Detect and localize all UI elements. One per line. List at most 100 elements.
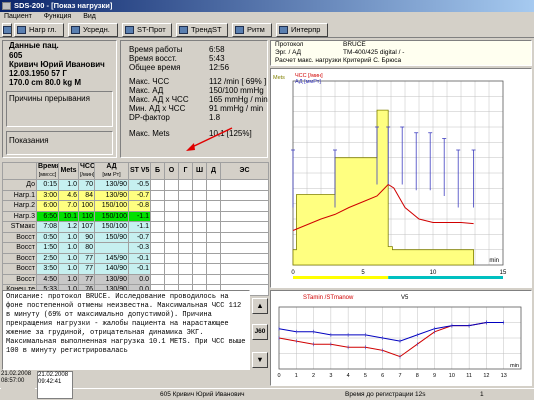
- cell-flag: [220, 263, 269, 275]
- cell-flag: [164, 252, 179, 264]
- side-buttons: ▲ J60 ▼: [252, 298, 268, 370]
- st-x-tick-label: 13: [501, 373, 507, 379]
- cell-flag: [164, 189, 179, 201]
- stat-label: Мин. АД x ЧСС: [129, 104, 186, 113]
- st-x-tick-label: 0: [277, 373, 280, 379]
- table-row[interactable]: Нагр.3 6:50 10.1 110 150/100 -1.1: [2, 210, 269, 222]
- cell-mets: 80: [78, 242, 95, 254]
- menu-patient[interactable]: Пациент: [4, 13, 32, 20]
- st-x-tick-label: 9: [433, 373, 436, 379]
- session-tab-1[interactable]: 21.02.2008 08:57:00: [1, 371, 35, 399]
- x-tick-label: 10: [430, 270, 437, 276]
- protocol-box: Протокол BRUCE Эрг. / АД TM-400/425 digital…: [270, 40, 532, 66]
- cell-flag: [206, 242, 221, 254]
- toolbar-rhythm-button[interactable]: Ритм: [232, 23, 272, 37]
- table-header-cell: [2, 162, 37, 180]
- cell-load: 1.0: [58, 273, 79, 285]
- table-header-cell: Б: [150, 162, 165, 180]
- report-textarea[interactable]: Описание: протокол BRUCE. Исследование п…: [2, 290, 250, 370]
- patient-dob-age: 12.03.1950 57 Г: [9, 69, 67, 78]
- cell-flag: [220, 252, 269, 264]
- st-x-tick-label: 2: [312, 373, 315, 379]
- st-chart-panel: 0 1 2 3 4 5 6 7 8 9 10 11 12 13 min STamin /STmanow V5: [270, 290, 532, 386]
- st-x-tick-label: 10: [449, 373, 455, 379]
- cell-time: 3:00: [36, 189, 59, 201]
- table-row[interactable]: STмакс 7:08 1.2 107 150/100 -1.1: [2, 221, 269, 233]
- header-text: Время Нагрузк: [38, 163, 59, 171]
- table-header-cell: Mets: [58, 162, 79, 180]
- st-lead-label: V5: [401, 295, 409, 301]
- cell-flag: [178, 221, 193, 233]
- cell-flag: [164, 179, 179, 191]
- cell-flag: [206, 221, 221, 233]
- toolbar-average-button[interactable]: Усредн.: [68, 23, 118, 37]
- cell-flag: [192, 189, 207, 201]
- table-row[interactable]: Нагр.1 3:00 4.6 84 130/90 -0.7: [2, 189, 269, 201]
- table-row[interactable]: Нагр.2 6:00 7.0 100 150/100 -0.8: [2, 200, 269, 212]
- cell-hr: [94, 242, 129, 254]
- stat-value: 1.8: [209, 113, 221, 122]
- cell-time: 6:00: [36, 200, 59, 212]
- time-label: Общее время: [129, 63, 181, 72]
- header-unit: [/мин]: [80, 172, 95, 178]
- cell-flag: [192, 263, 207, 275]
- stat-label: Макс. АД: [129, 86, 164, 95]
- cell-load: 1.0: [58, 179, 79, 191]
- toolbar-load-main-button[interactable]: Нагр гл.: [14, 23, 64, 37]
- toolbar-st-protocol-button[interactable]: ST-Прот: [122, 23, 172, 37]
- table-row[interactable]: Восст 1:50 1.0 80 -0.3: [2, 242, 269, 254]
- cell-st: -0.8: [128, 200, 151, 212]
- cell-st: -1.1: [128, 210, 151, 222]
- cell-mets: 100: [78, 200, 95, 212]
- st-x-tick-label: 4: [347, 373, 350, 379]
- menu-view[interactable]: Вид: [83, 13, 96, 20]
- trend-icon: [179, 26, 188, 34]
- stat-value: 165 mmHg / min: [209, 95, 268, 104]
- cell-flag: [150, 189, 165, 201]
- cell-flag: [164, 200, 179, 212]
- status-registration: Время до регистрации 12s: [345, 391, 426, 398]
- cell-flag: [150, 221, 165, 233]
- scroll-down-button[interactable]: ▼: [252, 352, 268, 368]
- toolbar-st-trend-button[interactable]: ТрендST: [176, 23, 228, 37]
- table-header-row: Время Нагрузк[мм:сс]MetsЧСС[/мин]АД[мм Р…: [2, 162, 269, 180]
- cell-hr: 145/90: [94, 252, 129, 264]
- status-number: 1: [480, 391, 484, 398]
- toolbar-print-button[interactable]: [2, 23, 12, 37]
- table-row[interactable]: Восст 3:50 1.0 77 140/90 -0.1: [2, 263, 269, 275]
- header-text: ЧСС: [80, 163, 95, 171]
- cell-time: 3:50: [36, 263, 59, 275]
- table-header-cell: АД [мм Рт]: [94, 162, 129, 180]
- cell-flag: [192, 179, 207, 191]
- table-row[interactable]: Восст 2:50 1.0 77 145/90 -0.1: [2, 252, 269, 264]
- table-row[interactable]: До 0:15 1.0 70 130/90 -0.5: [2, 179, 269, 191]
- cell-flag: [178, 242, 193, 254]
- st-series-line: [278, 322, 504, 342]
- indications-box: Показания: [6, 131, 113, 155]
- toolbar-interpret-button[interactable]: Интерпр: [276, 23, 328, 37]
- cell-mets: 77: [78, 273, 95, 285]
- cell-flag: [150, 179, 165, 191]
- cell-flag: [150, 231, 165, 243]
- protocol-value: BRUCE: [343, 41, 366, 48]
- cell-hr: 140/90: [94, 263, 129, 275]
- cell-flag: [178, 273, 193, 285]
- j60-button[interactable]: J60: [252, 324, 268, 340]
- table-row[interactable]: Восст 0:50 1.0 90 150/90 -0.7: [2, 231, 269, 243]
- scroll-up-button[interactable]: ▲: [252, 298, 268, 314]
- load-phase-strip: [293, 276, 389, 279]
- toolbar: Нагр гл. Усредн. ST-Прот ТрендST Ритм Ин…: [0, 22, 534, 38]
- status-bar: 21.02.2008 08:57:00 21.02.2008 09:42:41 …: [0, 371, 534, 400]
- menu-function[interactable]: Функция: [44, 13, 71, 20]
- cell-flag: [220, 200, 269, 212]
- session-tab-2[interactable]: 21.02.2008 09:42:41: [37, 371, 73, 399]
- cell-flag: [220, 210, 269, 222]
- max-mets-label: Макс. Mets: [129, 129, 170, 138]
- table-header-cell: ЭС: [220, 162, 269, 180]
- cell-mets: 90: [78, 231, 95, 243]
- table-row[interactable]: Восст 4:50 1.0 77 130/90 0.0: [2, 273, 269, 285]
- cell-load: 7.0: [58, 200, 79, 212]
- st-x-tick-label: 11: [466, 373, 472, 379]
- cell-st: -0.7: [128, 189, 151, 201]
- row-label: Восст: [2, 273, 37, 285]
